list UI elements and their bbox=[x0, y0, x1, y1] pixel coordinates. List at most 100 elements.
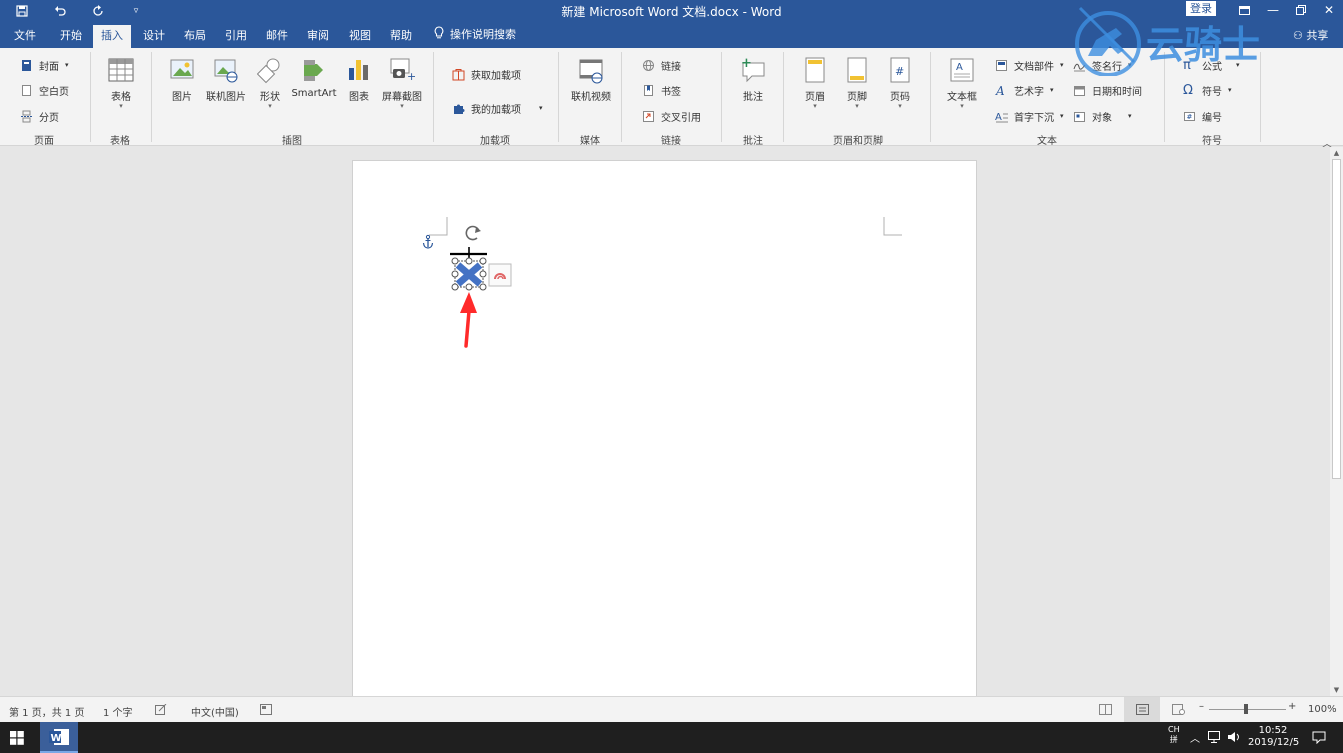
input-method-indicator[interactable]: CH 拼 bbox=[1168, 725, 1180, 745]
cover-page-button[interactable]: 封面 ▾ bbox=[20, 56, 69, 74]
volume-icon[interactable] bbox=[1227, 731, 1241, 746]
wordart-icon: A bbox=[995, 84, 1008, 98]
footer-button[interactable]: 页脚 ▾ bbox=[843, 56, 871, 110]
shapes-button[interactable]: 形状 ▾ bbox=[256, 56, 284, 110]
notification-center-icon[interactable] bbox=[1312, 731, 1326, 747]
tab-insert[interactable]: 插入 bbox=[93, 25, 131, 48]
screenshot-button[interactable]: + 屏幕截图 ▾ bbox=[380, 56, 424, 110]
smartart-button[interactable]: SmartArt bbox=[291, 56, 337, 99]
tab-design[interactable]: 设计 bbox=[136, 25, 172, 48]
page-number-button[interactable]: # 页码 ▾ bbox=[886, 56, 914, 110]
date-time-button[interactable]: 日期和时间 bbox=[1073, 81, 1142, 99]
quick-parts-button[interactable]: 文档部件 ▾ bbox=[995, 56, 1064, 74]
numbering-label: 编号 bbox=[1202, 112, 1222, 124]
chart-label: 图表 bbox=[349, 92, 369, 103]
network-icon[interactable] bbox=[1208, 731, 1222, 746]
group-label-comments: 批注 bbox=[743, 136, 763, 147]
windows-start-icon[interactable] bbox=[10, 731, 24, 748]
get-addins-button[interactable]: 获取加载项 bbox=[452, 65, 521, 83]
my-addins-button[interactable]: 我的加载项 ▾ bbox=[452, 99, 543, 117]
scroll-up-icon[interactable]: ▲ bbox=[1330, 147, 1343, 159]
word-count[interactable]: 1 个字 bbox=[103, 704, 133, 719]
tab-file[interactable]: 文件 bbox=[8, 25, 42, 48]
cross-reference-button[interactable]: 交叉引用 bbox=[642, 107, 701, 125]
rotation-handle-icon[interactable] bbox=[465, 225, 481, 241]
web-layout-icon[interactable] bbox=[1172, 704, 1185, 718]
watermark-logo: 云骑士 bbox=[1074, 4, 1302, 77]
table-button[interactable]: 表格 ▾ bbox=[106, 56, 136, 110]
vertical-scrollbar[interactable]: ▲ ▼ bbox=[1330, 147, 1343, 696]
bookmark-button[interactable]: 书签 bbox=[642, 81, 681, 99]
tab-help[interactable]: 帮助 bbox=[383, 25, 419, 48]
screenshot-icon: + bbox=[389, 56, 416, 84]
document-page[interactable] bbox=[352, 160, 977, 700]
symbol-button[interactable]: Ω 符号 ▾ bbox=[1183, 81, 1232, 99]
document-area bbox=[0, 147, 1330, 700]
group-label-tables: 表格 bbox=[110, 136, 130, 147]
header-button[interactable]: 页眉 ▾ bbox=[801, 56, 829, 110]
print-layout-view-button[interactable] bbox=[1124, 697, 1160, 723]
lightbulb-icon bbox=[434, 26, 444, 42]
screenshot-label: 屏幕截图 bbox=[382, 92, 422, 103]
shapes-icon bbox=[256, 56, 283, 84]
macro-record-icon[interactable] bbox=[260, 704, 272, 718]
svg-text:+: + bbox=[741, 56, 752, 71]
page-count[interactable]: 第 1 页，共 1 页 bbox=[9, 704, 84, 719]
drop-cap-button[interactable]: A 首字下沉 ▾ bbox=[995, 107, 1064, 125]
wordart-button[interactable]: A 艺术字 ▾ bbox=[995, 81, 1054, 99]
dropdown-arrow-icon: ▾ bbox=[400, 102, 404, 110]
page-break-button[interactable]: 分页 bbox=[20, 107, 59, 125]
text-box-label: 文本框 bbox=[947, 92, 977, 103]
object-button[interactable]: 对象 ▾ bbox=[1073, 107, 1132, 125]
word-taskbar-button[interactable]: W bbox=[40, 722, 78, 753]
clock[interactable]: 10:52 2019/12/5 bbox=[1248, 725, 1299, 749]
table-icon bbox=[108, 56, 134, 84]
zoom-in-button[interactable]: + bbox=[1288, 701, 1296, 712]
selected-shape[interactable] bbox=[454, 260, 484, 288]
scroll-down-icon[interactable]: ▼ bbox=[1330, 684, 1343, 696]
dropdown-arrow-icon: ▾ bbox=[813, 102, 817, 110]
link-button[interactable]: 链接 bbox=[642, 56, 681, 74]
numbering-icon: # bbox=[1183, 110, 1196, 123]
status-bar: 第 1 页，共 1 页 1 个字 中文(中国) – + 100% bbox=[0, 696, 1343, 723]
online-pictures-button[interactable]: 联机图片 bbox=[205, 56, 247, 103]
online-video-button[interactable]: 联机视频 bbox=[569, 56, 613, 103]
link-label: 链接 bbox=[661, 61, 681, 73]
tab-home[interactable]: 开始 bbox=[53, 25, 89, 48]
chart-button[interactable]: 图表 bbox=[345, 56, 373, 103]
scrollbar-thumb[interactable] bbox=[1332, 159, 1341, 479]
zoom-out-button[interactable]: – bbox=[1199, 701, 1204, 712]
language-indicator[interactable]: 中文(中国) bbox=[191, 704, 239, 719]
text-box-button[interactable]: A 文本框 ▾ bbox=[945, 56, 979, 110]
zoom-slider-thumb[interactable] bbox=[1244, 704, 1248, 714]
group-separator bbox=[558, 52, 559, 142]
page-break-label: 分页 bbox=[39, 112, 59, 124]
numbering-button[interactable]: # 编号 bbox=[1183, 107, 1222, 125]
smartart-label: SmartArt bbox=[291, 88, 337, 99]
text-box-icon: A bbox=[949, 56, 975, 84]
read-mode-icon[interactable] bbox=[1099, 704, 1112, 718]
comment-label: 批注 bbox=[743, 92, 763, 103]
tray-expand-icon[interactable]: ︿ bbox=[1190, 730, 1200, 745]
quick-parts-label: 文档部件 bbox=[1014, 61, 1054, 73]
pictures-button[interactable]: 图片 bbox=[168, 56, 196, 103]
video-icon bbox=[578, 56, 604, 84]
comment-button[interactable]: + 批注 bbox=[738, 56, 768, 103]
online-picture-icon bbox=[213, 56, 239, 84]
tell-me-search[interactable]: 操作说明搜索 bbox=[434, 26, 516, 42]
close-icon[interactable]: ✕ bbox=[1315, 0, 1343, 20]
tab-view[interactable]: 视图 bbox=[342, 25, 378, 48]
tab-layout[interactable]: 布局 bbox=[177, 25, 213, 48]
omega-icon: Ω bbox=[1183, 82, 1193, 98]
layout-options-icon[interactable] bbox=[488, 263, 512, 287]
blank-page-button[interactable]: 空白页 bbox=[20, 81, 69, 99]
tab-review[interactable]: 审阅 bbox=[300, 25, 336, 48]
tab-mailings[interactable]: 邮件 bbox=[259, 25, 295, 48]
quick-parts-icon bbox=[995, 59, 1008, 72]
zoom-level[interactable]: 100% bbox=[1308, 704, 1337, 715]
anchor-icon bbox=[422, 234, 434, 249]
online-pictures-label: 联机图片 bbox=[206, 92, 246, 103]
tab-references[interactable]: 引用 bbox=[218, 25, 254, 48]
picture-icon bbox=[169, 56, 195, 84]
proofing-icon[interactable] bbox=[155, 703, 167, 718]
